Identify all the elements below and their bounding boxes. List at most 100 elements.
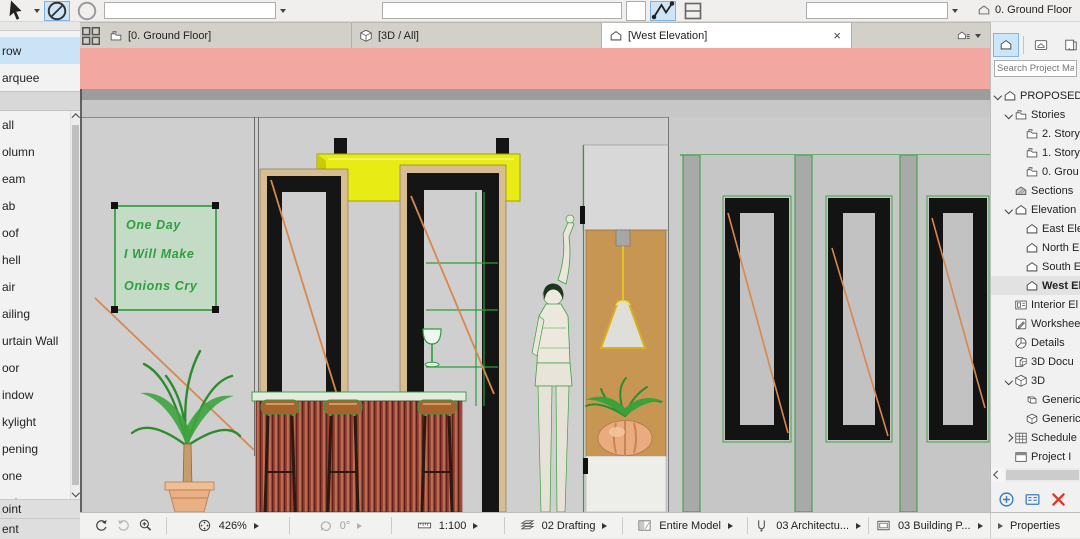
toolbox-item-one[interactable]: one [0,462,70,489]
toolbox-item-pening[interactable]: pening [0,435,70,462]
toolbox-item-hell[interactable]: hell [0,246,70,273]
pen-set-icon[interactable] [754,518,769,533]
tree-item-south-e[interactable]: South E [991,257,1080,276]
tree-item-west-el[interactable]: West El [991,276,1080,295]
toolbox-footer-oint[interactable]: oint [0,499,80,518]
layer-combination[interactable]: 02 Drafting [542,520,596,532]
tree-item-3d[interactable]: 3D [991,371,1080,390]
circle-tool-button[interactable] [74,1,100,21]
pen-set[interactable]: 03 Architectu... [776,520,849,532]
toolbox-item-urtain-wall[interactable]: urtain Wall [0,327,70,354]
toolbox-footer-ent[interactable]: ent [0,518,80,539]
toolbox-item-kylight[interactable]: kylight [0,408,70,435]
layout-flyout-icon[interactable] [978,523,983,529]
chevron-down-icon[interactable] [993,93,1003,99]
toolbox-item-arquee[interactable]: arquee [0,64,70,91]
tab-3d-all[interactable]: [3D / All] [352,23,602,48]
toolbox-item-oof[interactable]: oof [0,219,70,246]
layout-set[interactable]: 03 Building P... [898,520,971,532]
toolbox-scrollbar[interactable] [70,111,80,499]
add-viewpoint-icon[interactable] [998,491,1015,508]
tab-west-elevation[interactable]: [West Elevation]× [602,23,852,48]
tree-item-sections[interactable]: Sections [991,181,1080,200]
renovation-filter-icon[interactable] [637,518,652,533]
combo-dropdown-icon[interactable] [280,9,286,13]
delete-icon[interactable] [1050,491,1067,508]
tree-item-2-story[interactable]: 2. Story [991,124,1080,143]
misc-tool-button[interactable] [680,1,706,21]
layout-set-icon[interactable] [876,518,891,533]
tree-item-north-el[interactable]: North El [991,238,1080,257]
tree-item-workshee[interactable]: Workshee [991,314,1080,333]
toolbox-item-eam[interactable]: eam [0,165,70,192]
zoom-level[interactable]: 426% [219,520,247,532]
layer-flyout-icon[interactable] [602,523,607,529]
tree-item-1-story[interactable]: 1. Story [991,143,1080,162]
toolbox-scrollbar-thumb[interactable] [72,125,79,485]
combo3-dropdown-icon[interactable] [952,9,958,13]
chevron-down-icon[interactable] [1004,112,1014,118]
scale-ruler-icon[interactable] [417,518,432,533]
tree-item-interior-el[interactable]: Interior El [991,295,1080,314]
tree-item-generic[interactable]: Generic [991,390,1080,409]
tree-item-3d-docu[interactable]: 3D Docu [991,352,1080,371]
arrow-tool-icon[interactable] [4,1,30,21]
toolbox-item-ailing[interactable]: ailing [0,300,70,327]
toolbox-item-all[interactable]: all [0,111,70,138]
properties-expand-icon[interactable] [998,523,1003,529]
toolbar-combo-3[interactable] [806,2,948,19]
toolbar-combo-1[interactable] [104,2,276,19]
toolbox-item-air[interactable]: air [0,273,70,300]
arrow-tool-dropdown-icon[interactable] [34,9,40,13]
close-tab-icon[interactable]: × [830,28,844,43]
toolbar-combo-2[interactable] [382,2,622,19]
layers-icon[interactable] [520,518,535,533]
scrollbar-thumb[interactable] [1006,470,1079,480]
chevron-down-icon[interactable] [1004,207,1014,213]
tree-item-0-grou[interactable]: 0. Grou [991,162,1080,181]
properties-bar[interactable]: Properties [990,512,1080,538]
toolbar-small-button[interactable] [626,1,646,21]
pen-set-flyout-icon[interactable] [856,523,861,529]
scroll-left-icon[interactable] [991,468,1005,482]
tree-horizontal-scrollbar[interactable] [991,468,1080,482]
scroll-up-icon[interactable] [71,111,80,124]
polyline-tool-button[interactable] [650,1,676,21]
renovation-filter[interactable]: Entire Model [659,520,721,532]
tree-item-elevation[interactable]: Elevation [991,200,1080,219]
drawing-canvas[interactable]: One Day I Will Make Onions Cry [80,48,990,512]
project-map-button[interactable] [993,33,1019,57]
toolbox-item-esh[interactable]: esh [0,489,70,499]
toolbox-item-ab[interactable]: ab [0,192,70,219]
organizer-button[interactable] [948,23,990,48]
neon-text-sign[interactable]: One Day I Will Make Onions Cry [111,202,219,313]
tree-item-details[interactable]: Details [991,333,1080,352]
toolbox-item-olumn[interactable]: olumn [0,138,70,165]
toolbox-item-indow[interactable]: indow [0,381,70,408]
tree-item-generic[interactable]: Generic [991,409,1080,428]
tree-item-schedule[interactable]: Schedule [991,428,1080,447]
tree-item-east-ele[interactable]: East Ele [991,219,1080,238]
scale-flyout-icon[interactable] [473,523,478,529]
layout-book-button[interactable] [1058,33,1080,57]
zoom-flyout-icon[interactable] [254,523,259,529]
scroll-down-icon[interactable] [71,486,80,499]
view-map-button[interactable] [1028,33,1054,57]
drawing-scale[interactable]: 1:100 [439,520,467,532]
zoom-in-icon[interactable] [138,518,153,533]
toolbox-item-oor[interactable]: oor [0,354,70,381]
tree-item-proposed[interactable]: PROPOSED [991,86,1080,105]
viewpoint-settings-icon[interactable] [1024,491,1041,508]
tab-0-ground-floor[interactable]: [0. Ground Floor] [102,23,352,48]
marquee-tool-button[interactable] [44,1,70,21]
tree-item-stories[interactable]: Stories [991,105,1080,124]
tree-item-project-i[interactable]: Project I [991,447,1080,463]
search-input[interactable] [994,60,1077,77]
chevron-down-icon[interactable] [1004,378,1014,384]
chevron-right-icon[interactable] [1004,435,1014,441]
zoom-previous-icon[interactable] [94,518,109,533]
pan-icon[interactable] [197,518,212,533]
quick-options-grid-icon[interactable] [80,23,102,48]
toolbox-item-row[interactable]: row [0,37,80,64]
renovation-flyout-icon[interactable] [728,523,733,529]
